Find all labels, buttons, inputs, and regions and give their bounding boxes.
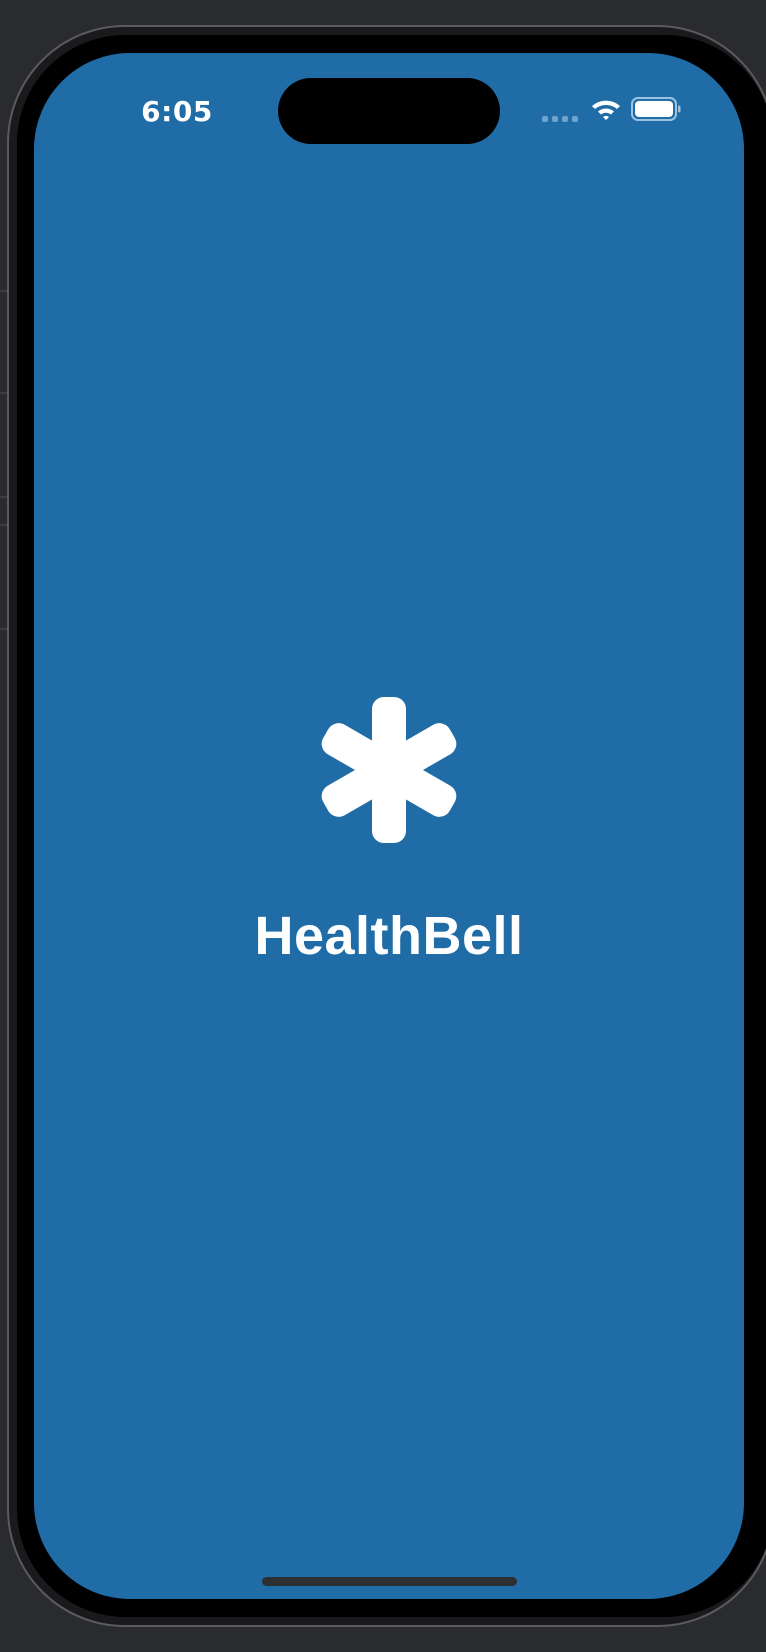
cellular-signal-icon	[542, 116, 578, 122]
status-bar-time: 6:05	[141, 95, 213, 128]
app-screen: 6:05 HealthBell	[34, 53, 744, 1599]
app-name: HealthBell	[254, 906, 524, 966]
battery-icon	[631, 97, 681, 121]
dynamic-island	[278, 78, 500, 144]
wifi-icon	[592, 100, 620, 120]
home-indicator[interactable]	[262, 1577, 517, 1586]
asterisk-icon	[321, 697, 457, 843]
